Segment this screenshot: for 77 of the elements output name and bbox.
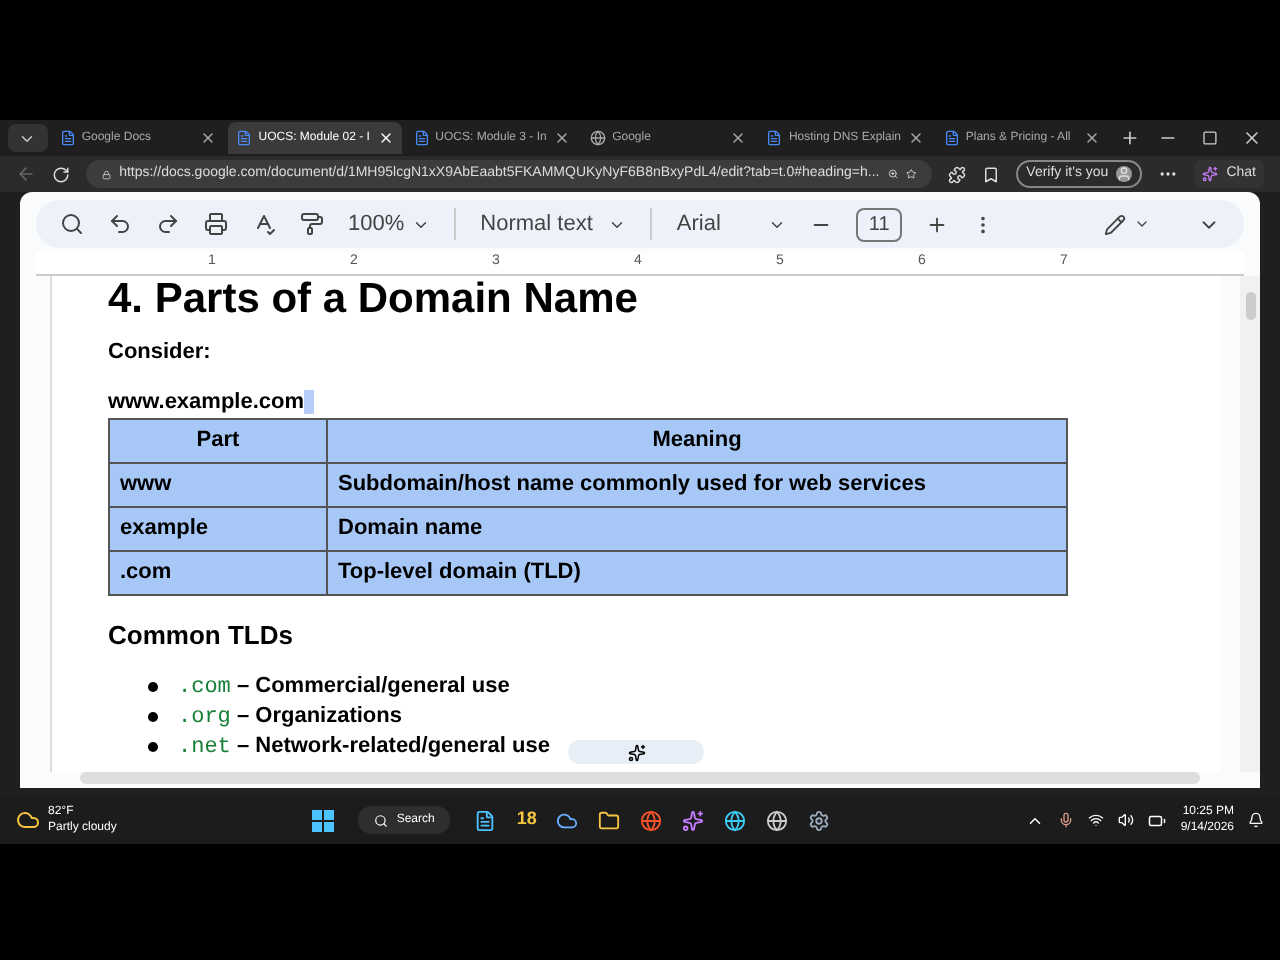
font-dropdown[interactable]: Arial [650, 207, 787, 241]
browser-icon[interactable] [766, 809, 789, 831]
extensions-icon[interactable] [948, 165, 967, 183]
volume-icon[interactable] [1118, 812, 1135, 828]
app-badge[interactable]: 18 [516, 806, 537, 834]
caret-icon [1134, 216, 1150, 232]
table-cell: .com [109, 551, 327, 595]
spellcheck-icon[interactable] [252, 212, 276, 236]
list-item-text: .com – Commercial/general use [178, 671, 510, 701]
back-icon[interactable] [16, 164, 36, 184]
browser-icon[interactable] [724, 809, 747, 831]
start-icon[interactable] [312, 809, 335, 831]
print-icon[interactable] [204, 212, 228, 236]
reload-icon[interactable] [52, 165, 70, 183]
sparkle-button[interactable] [568, 740, 704, 764]
document-heading: 4. Parts of a Domain Name [108, 276, 640, 324]
maximize-icon[interactable] [1202, 130, 1219, 146]
lock-icon [102, 167, 112, 181]
document-icon [943, 130, 960, 146]
document-icon [413, 130, 430, 146]
editing-mode-button[interactable] [1104, 213, 1150, 235]
tab-list-button[interactable] [8, 124, 48, 152]
list-item-text: .net – Network-related/general use [178, 731, 550, 761]
table-header-cell: Meaning [327, 419, 1067, 463]
paint-format-icon[interactable] [300, 212, 324, 236]
table-cell: example [109, 507, 327, 551]
microphone-icon[interactable] [1058, 812, 1075, 828]
table-cell: www [109, 463, 327, 507]
browser-icon[interactable] [640, 809, 663, 831]
search-icon [374, 813, 389, 827]
style-dropdown[interactable]: Normal text [454, 207, 627, 241]
list-item-text: .org – Organizations [178, 701, 402, 731]
zoom-dropdown[interactable]: 100% [348, 207, 431, 241]
close-icon[interactable] [200, 130, 217, 146]
new-tab-icon[interactable] [1120, 128, 1141, 148]
close-icon[interactable] [554, 130, 571, 146]
increase-font-icon[interactable] [925, 213, 948, 235]
undo-icon[interactable] [108, 212, 132, 236]
document-icon [236, 130, 253, 146]
app-icon[interactable] [556, 809, 579, 831]
folder-icon[interactable] [598, 809, 621, 831]
weather-icon [16, 808, 40, 832]
close-icon[interactable] [907, 130, 924, 146]
sparkle-icon [1202, 166, 1219, 182]
favorites-icon[interactable] [982, 165, 1001, 183]
app-icon[interactable] [474, 809, 497, 831]
notification-icon[interactable] [1248, 812, 1265, 828]
bullet-icon [148, 681, 158, 691]
font-size-field[interactable]: 11 [856, 207, 902, 241]
close-icon[interactable] [377, 130, 394, 146]
table-cell: Top-level domain (TLD) [327, 551, 1067, 595]
close-icon[interactable] [1242, 128, 1262, 148]
settings-icon[interactable] [808, 809, 831, 831]
star-icon[interactable] [905, 166, 917, 182]
wifi-icon[interactable] [1088, 812, 1105, 828]
search-icon[interactable] [60, 212, 84, 236]
bullet-icon [148, 741, 158, 751]
document-icon [59, 130, 76, 146]
pencil-icon [1104, 213, 1126, 235]
sparkle-icon [627, 743, 645, 761]
close-icon[interactable] [1084, 130, 1101, 146]
text-cursor [304, 389, 315, 414]
globe-icon [590, 130, 607, 146]
paragraph-text: Consider: [108, 338, 213, 368]
close-icon[interactable] [730, 130, 747, 146]
table-header-cell: Part [109, 419, 327, 463]
bullet-icon [148, 711, 158, 721]
avatar-icon [1116, 166, 1133, 182]
table-cell: Domain name [327, 507, 1067, 551]
section-heading: Common TLDs [108, 618, 295, 654]
app-icon[interactable] [682, 809, 705, 831]
battery-icon[interactable] [1148, 811, 1167, 829]
document-icon [766, 130, 783, 146]
redo-icon[interactable] [156, 212, 180, 236]
table-cell: Subdomain/host name commonly used for web services [327, 463, 1067, 507]
paragraph-text: www.example.com [108, 387, 305, 417]
zoom-icon[interactable] [887, 166, 898, 182]
